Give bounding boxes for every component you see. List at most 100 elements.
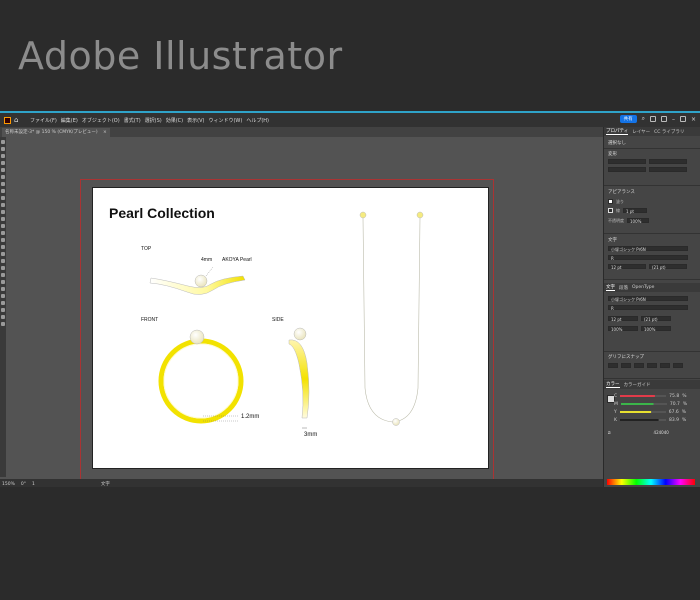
workspace-icon[interactable]	[649, 116, 656, 122]
type-tool-icon[interactable]	[1, 168, 5, 172]
fill-stroke-icon[interactable]	[1, 301, 5, 305]
black-slider[interactable]	[619, 419, 666, 421]
magenta-slider[interactable]	[620, 403, 667, 405]
cyan-slider[interactable]	[620, 395, 667, 397]
maximize-icon[interactable]	[679, 116, 686, 122]
tab-cc-libraries[interactable]: CC ライブラリ	[654, 129, 684, 135]
stroke-width-field[interactable]: 1 pt	[623, 208, 647, 214]
font-family-select[interactable]: 小塚ゴシック Pr6N	[608, 246, 688, 252]
snap-bounds-icon[interactable]	[634, 363, 644, 368]
label-top[interactable]: TOP	[141, 246, 151, 252]
menu-object[interactable]: オブジェクト(O)	[82, 117, 120, 124]
menu-edit[interactable]: 編集(E)	[61, 117, 78, 124]
arrange-icon[interactable]	[660, 116, 667, 122]
document-tab[interactable]: 名称未設定-3* @ 150 % (CMYK/プレビュー) ×	[2, 128, 110, 137]
snap-baseline-icon[interactable]	[608, 363, 618, 368]
share-button[interactable]: 共有	[619, 115, 637, 123]
artboard-tool-icon[interactable]	[1, 273, 5, 277]
font-size-field[interactable]: 12 pt	[608, 264, 646, 270]
artboard-number[interactable]: 1	[32, 482, 35, 487]
menu-type[interactable]: 書式(T)	[124, 117, 141, 124]
annotation-akoya-pearl[interactable]: AKOYA Pearl	[222, 257, 252, 263]
menu-view[interactable]: 表示(V)	[187, 117, 204, 124]
direct-selection-tool-icon[interactable]	[1, 147, 5, 151]
font-style-select[interactable]: R	[608, 255, 688, 261]
yellow-slider[interactable]	[619, 411, 666, 413]
hand-tool-icon[interactable]	[1, 287, 5, 291]
slice-tool-icon[interactable]	[1, 280, 5, 284]
menu-file[interactable]: ファイル(F)	[30, 117, 57, 124]
tab-color-guide[interactable]: カラーガイド	[624, 382, 651, 388]
search-icon[interactable]: ⌕	[642, 115, 645, 123]
leading-field[interactable]: (21 pt)	[649, 264, 687, 270]
w-field[interactable]	[649, 159, 687, 164]
pencil-tool-icon[interactable]	[1, 196, 5, 200]
draw-mode-icon[interactable]	[1, 308, 5, 312]
y-field[interactable]	[608, 167, 646, 172]
color-spectrum[interactable]	[607, 479, 695, 485]
selection-tool-icon[interactable]	[1, 140, 5, 144]
label-side[interactable]: SIDE	[272, 317, 284, 323]
minimize-icon[interactable]: –	[672, 116, 675, 123]
tab-close-icon[interactable]: ×	[103, 130, 107, 135]
opacity-field[interactable]: 100%	[627, 218, 649, 224]
zoom-tool-icon[interactable]	[1, 294, 5, 298]
black-value[interactable]: 83.9	[669, 418, 679, 423]
fill-swatch[interactable]	[608, 199, 613, 204]
edit-toolbar-icon[interactable]	[1, 322, 5, 326]
tab-paragraph[interactable]: 段落	[619, 285, 628, 291]
eyedropper-tool-icon[interactable]	[1, 245, 5, 249]
canvas-area[interactable]: Pearl Collection TOP 4mm AKOYA Pearl FRO…	[6, 137, 603, 481]
cyan-value[interactable]: 75.8	[669, 394, 679, 399]
width-tool-icon[interactable]	[1, 224, 5, 228]
h-field[interactable]	[649, 167, 687, 172]
rectangle-tool-icon[interactable]	[1, 182, 5, 186]
menu-help[interactable]: ヘルプ(H)	[246, 117, 269, 124]
char-font-size-field[interactable]: 12 pt	[608, 316, 638, 322]
snap-proximity-icon[interactable]	[647, 363, 657, 368]
artboard[interactable]: Pearl Collection TOP 4mm AKOYA Pearl FRO…	[92, 187, 489, 469]
tab-character[interactable]: 文字	[606, 284, 615, 291]
label-front[interactable]: FRONT	[141, 317, 158, 323]
char-leading-field[interactable]: (21 pt)	[641, 316, 671, 322]
tab-layers[interactable]: レイヤー	[632, 129, 650, 135]
yellow-value[interactable]: 67.6	[669, 410, 679, 415]
char-font-family-select[interactable]: 小塚ゴシック Pr6N	[608, 296, 688, 302]
pen-tool-icon[interactable]	[1, 161, 5, 165]
home-icon[interactable]: ⌂	[14, 116, 22, 124]
menu-effect[interactable]: 効果(C)	[166, 117, 183, 124]
stroke-swatch[interactable]	[608, 208, 613, 213]
magic-wand-tool-icon[interactable]	[1, 154, 5, 158]
snap-xheight-icon[interactable]	[621, 363, 631, 368]
menu-select[interactable]: 選択(S)	[145, 117, 162, 124]
tab-properties[interactable]: プロパティ	[606, 128, 629, 135]
menu-window[interactable]: ウィンドウ(W)	[208, 117, 242, 124]
graph-tool-icon[interactable]	[1, 266, 5, 270]
horizontal-scale-field[interactable]: 100%	[641, 326, 671, 332]
line-tool-icon[interactable]	[1, 175, 5, 179]
symbol-sprayer-tool-icon[interactable]	[1, 259, 5, 263]
close-icon[interactable]: ×	[691, 116, 696, 123]
char-font-style-select[interactable]: R	[608, 305, 688, 311]
x-field[interactable]	[608, 159, 646, 164]
blend-tool-icon[interactable]	[1, 252, 5, 256]
paintbrush-tool-icon[interactable]	[1, 189, 5, 193]
rotate-tool-icon[interactable]	[1, 210, 5, 214]
screen-mode-icon[interactable]	[1, 315, 5, 319]
eraser-tool-icon[interactable]	[1, 203, 5, 207]
shape-builder-tool-icon[interactable]	[1, 231, 5, 235]
tab-opentype[interactable]: OpenType	[632, 285, 654, 290]
annotation-1-2mm[interactable]: 1.2mm	[241, 414, 259, 420]
rotation-select[interactable]: 0°	[21, 482, 26, 487]
annotation-3mm[interactable]: 3mm	[304, 432, 317, 438]
none-swatch-icon[interactable]: ⧄	[608, 430, 611, 435]
vertical-scale-field[interactable]: 100%	[608, 326, 638, 332]
hex-field[interactable]: 424040	[654, 430, 669, 435]
tab-color[interactable]: カラー	[606, 381, 620, 388]
snap-angular-icon[interactable]	[660, 363, 670, 368]
snap-anchor-icon[interactable]	[673, 363, 683, 368]
scale-tool-icon[interactable]	[1, 217, 5, 221]
zoom-select[interactable]: 150%	[2, 482, 15, 487]
annotation-4mm[interactable]: 4mm	[201, 257, 212, 263]
magenta-value[interactable]: 70.7	[670, 402, 680, 407]
